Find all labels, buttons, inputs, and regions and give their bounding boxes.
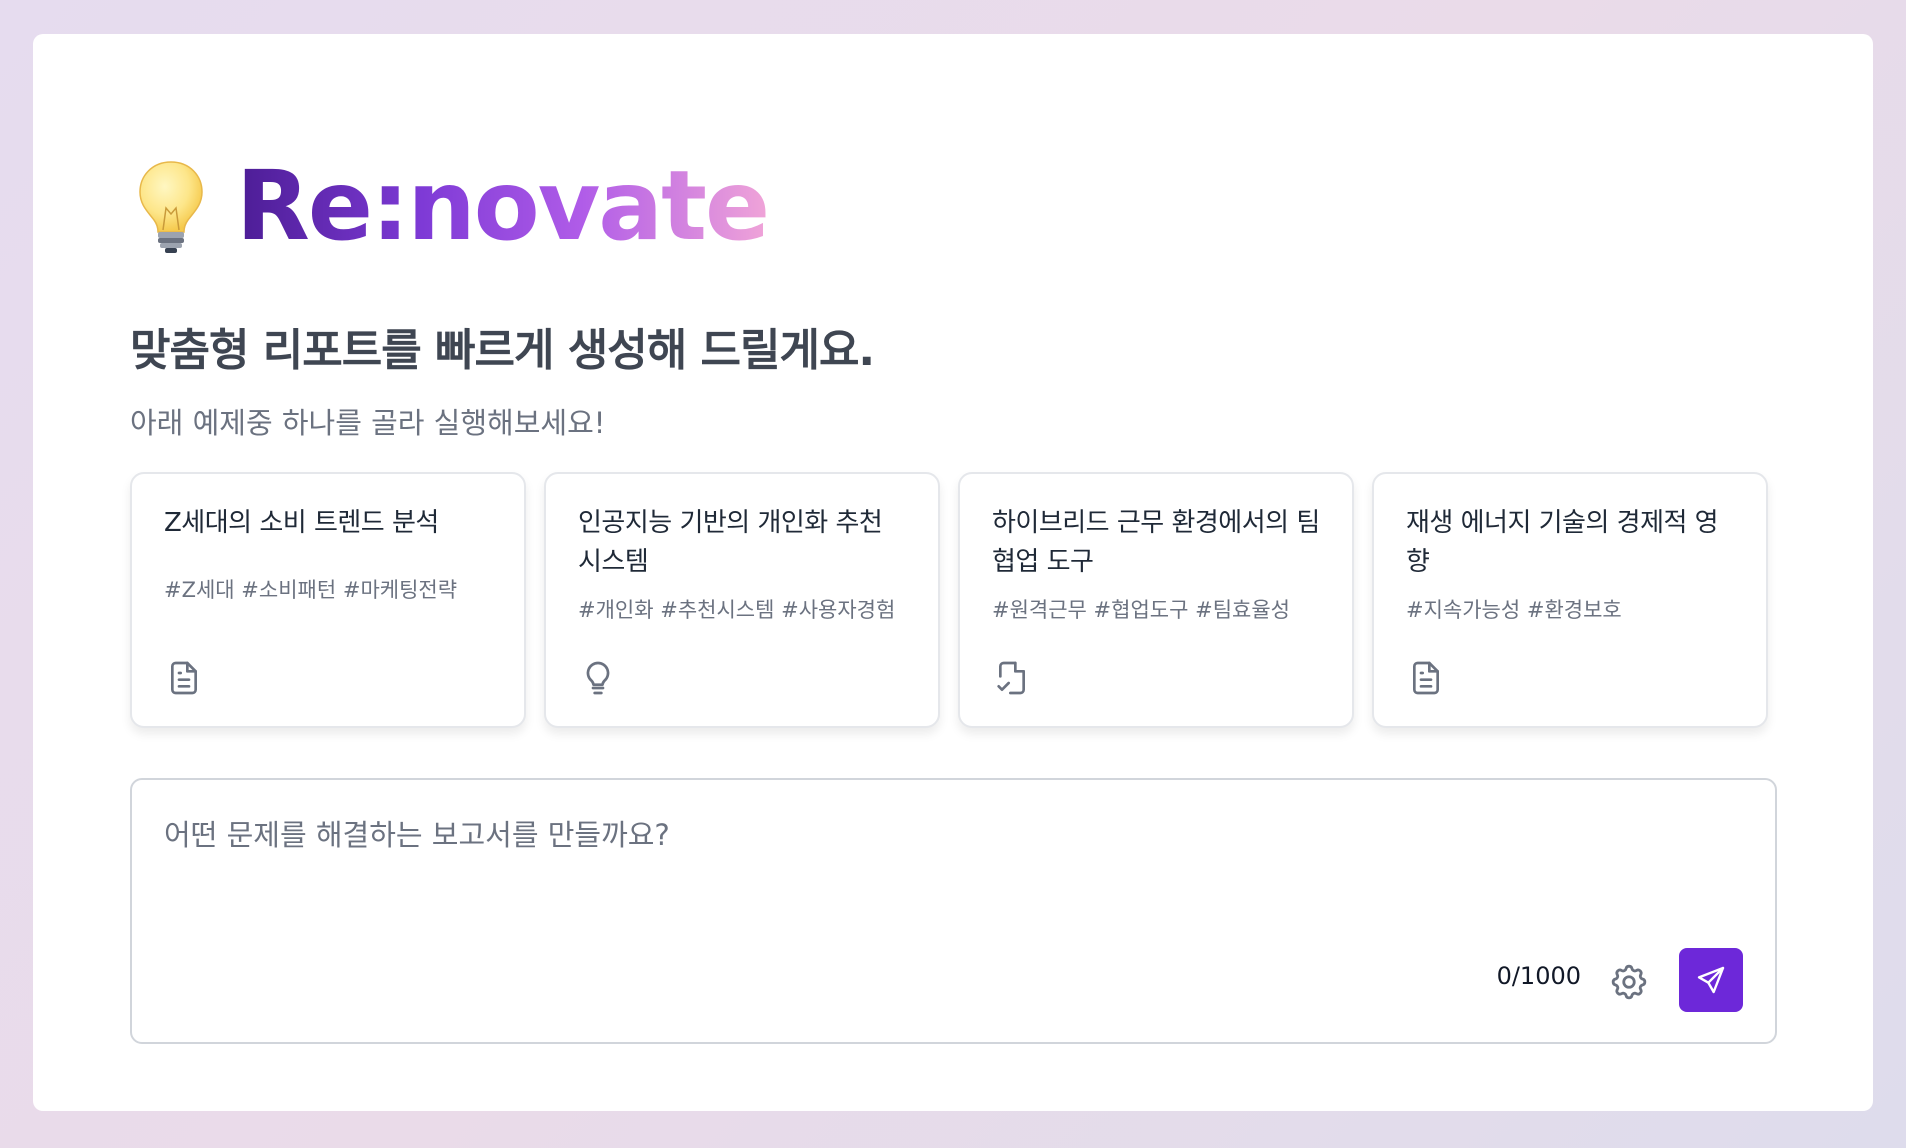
report-prompt-input[interactable] xyxy=(162,810,1726,954)
report-prompt-composer: 0/1000 xyxy=(130,778,1777,1044)
document-check-icon xyxy=(997,661,1025,695)
example-card-title: Z세대의 소비 트렌드 분석 xyxy=(164,508,439,538)
document-icon xyxy=(171,661,197,695)
send-button[interactable] xyxy=(1679,948,1743,1012)
main-content: Re:novate 맞춤형 리포트를 빠르게 생성해 드릴게요. 아래 예제중 … xyxy=(130,146,1777,1044)
main-panel: Re:novate 맞춤형 리포트를 빠르게 생성해 드릴게요. 아래 예제중 … xyxy=(33,34,1873,1111)
send-icon xyxy=(1697,966,1725,994)
example-card-ai-recommendation[interactable]: 인공지능 기반의 개인화 추천 시스템 #개인화 #추천시스템 #사용자경험 xyxy=(544,472,940,728)
example-cards: Z세대의 소비 트렌드 분석 #Z세대 #소비패턴 #마케팅전략 인공지능 기반… xyxy=(130,472,1777,728)
example-card-tags: #원격근무 #협업도구 #팀효율성 xyxy=(992,598,1290,622)
lightbulb-emoji-icon xyxy=(139,161,203,253)
example-card-title: 재생 에너지 기술의 경제적 영향 xyxy=(1406,508,1719,577)
document-icon xyxy=(1413,661,1439,695)
character-counter: 0/1000 xyxy=(1496,962,1581,990)
page-subline: 아래 예제중 하나를 골라 실행해보세요! xyxy=(130,406,606,440)
app-title: Re:novate xyxy=(236,150,770,262)
example-card-title: 하이브리드 근무 환경에서의 팀 협업 도구 xyxy=(992,508,1320,577)
example-card-gen-z[interactable]: Z세대의 소비 트렌드 분석 #Z세대 #소비패턴 #마케팅전략 xyxy=(130,472,526,728)
example-card-tags: #지속가능성 #환경보호 xyxy=(1406,598,1622,622)
example-card-title: 인공지능 기반의 개인화 추천 시스템 xyxy=(578,508,883,577)
page-headline: 맞춤형 리포트를 빠르게 생성해 드릴게요. xyxy=(130,325,875,376)
example-card-hybrid-work[interactable]: 하이브리드 근무 환경에서의 팀 협업 도구 #원격근무 #협업도구 #팀효율성 xyxy=(958,472,1354,728)
example-card-tags: #개인화 #추천시스템 #사용자경험 xyxy=(578,598,896,622)
lightbulb-icon xyxy=(586,661,610,695)
brand-header: Re:novate xyxy=(130,146,1777,266)
example-card-tags: #Z세대 #소비패턴 #마케팅전략 xyxy=(164,578,458,602)
gear-icon xyxy=(1611,964,1647,1000)
settings-button[interactable] xyxy=(1605,958,1653,1006)
example-card-renewable-energy[interactable]: 재생 에너지 기술의 경제적 영향 #지속가능성 #환경보호 xyxy=(1372,472,1768,728)
